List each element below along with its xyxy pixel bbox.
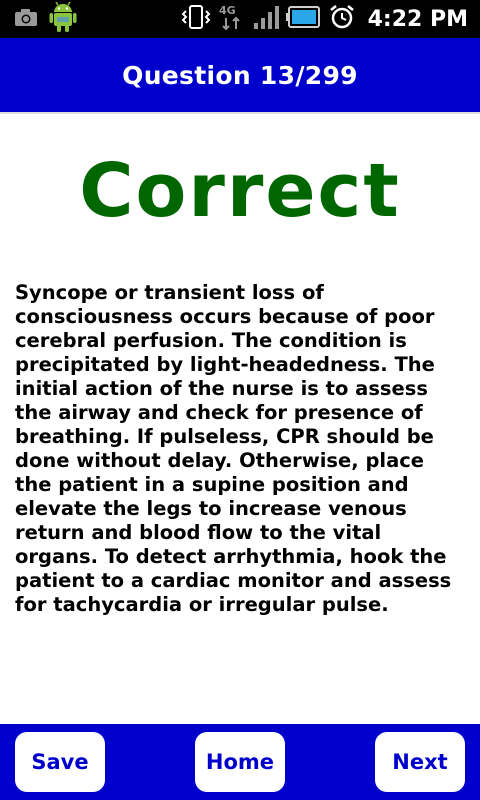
network-4g-icon: 4G xyxy=(218,3,246,35)
question-counter: Question 13/299 xyxy=(122,60,358,90)
status-bar: 4G 4:22 PM xyxy=(0,0,480,38)
header-bar: Question 13/299 xyxy=(0,38,480,114)
svg-text:4G: 4G xyxy=(219,4,236,17)
explanation-text: Syncope or transient loss of consciousne… xyxy=(15,281,452,616)
vibrate-icon xyxy=(180,3,212,35)
next-button[interactable]: Next xyxy=(375,732,465,792)
status-bar-left xyxy=(14,1,78,34)
signal-icon xyxy=(252,3,280,35)
camera-icon xyxy=(14,7,38,31)
android-icon xyxy=(48,0,78,38)
result-label: Correct xyxy=(79,148,401,234)
status-clock: 4:22 PM xyxy=(367,6,468,32)
battery-icon xyxy=(285,3,322,35)
bottom-nav-bar: Save Home Next xyxy=(0,724,480,800)
alarm-icon xyxy=(328,3,356,35)
status-bar-right: 4G 4:22 PM xyxy=(180,4,468,34)
save-button[interactable]: Save xyxy=(15,732,105,792)
home-button[interactable]: Home xyxy=(195,732,285,792)
